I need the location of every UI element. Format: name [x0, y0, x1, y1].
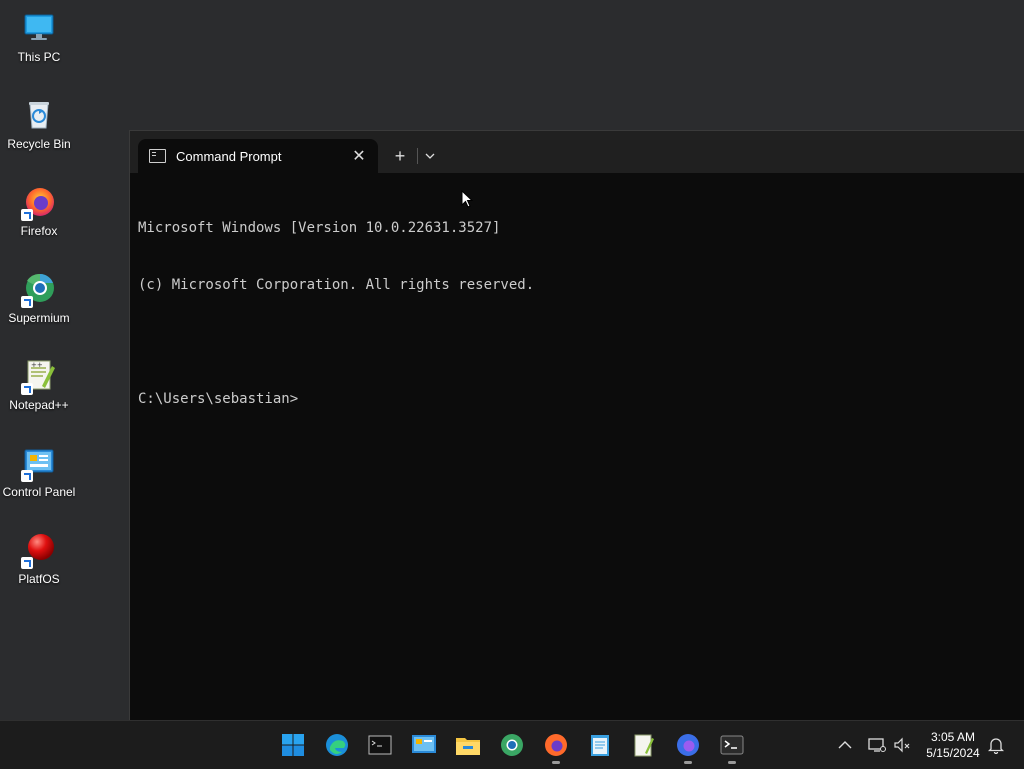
show-hidden-icons-button[interactable]	[829, 729, 861, 761]
command-prompt-icon	[149, 149, 166, 163]
chevron-up-icon	[838, 741, 852, 749]
running-indicator	[684, 761, 692, 764]
start-button[interactable]	[277, 729, 309, 761]
svg-text:++: ++	[31, 361, 43, 369]
network-icon	[868, 738, 886, 752]
console-line: (c) Microsoft Corporation. All rights re…	[138, 277, 535, 293]
control-panel-icon	[21, 445, 56, 482]
desktop-icon-firefox[interactable]: Firefox	[0, 180, 78, 260]
monitor-icon	[22, 10, 56, 44]
console-line: Microsoft Windows [Version 10.0.22631.35…	[138, 220, 501, 236]
desktop-icon-this-pc[interactable]: This PC	[0, 6, 78, 86]
desktop-icon-platfos[interactable]: PlatfOS	[0, 528, 78, 608]
volume-button[interactable]	[886, 729, 918, 761]
recycle-bin-icon	[22, 97, 56, 131]
mouse-cursor-icon	[461, 190, 473, 208]
platfos-icon	[21, 532, 56, 569]
desktop-icon-control-panel[interactable]: Control Panel	[0, 441, 78, 521]
running-indicator	[728, 761, 736, 764]
edge-icon	[326, 734, 348, 756]
taskbar-supermium[interactable]	[496, 729, 528, 761]
desktop-icon-notepad-plus-plus[interactable]: ++ Notepad++	[0, 354, 78, 434]
control-panel-icon	[412, 735, 436, 753]
desktop-icon-label: Supermium	[8, 311, 70, 325]
notepad-icon	[591, 735, 609, 756]
tab-separator	[417, 148, 418, 164]
terminal-window[interactable]: Command Prompt ✕ + Microsoft Windows [Ve…	[129, 130, 1024, 721]
taskbar-firefox[interactable]	[540, 729, 572, 764]
notifications-button[interactable]	[980, 729, 1012, 761]
desktop-icon-label: Notepad++	[9, 398, 69, 412]
firefox-icon	[545, 734, 567, 756]
start-icon	[282, 734, 304, 756]
file-explorer-icon	[456, 738, 480, 755]
notepad-plus-plus-icon: ++	[21, 358, 56, 395]
taskbar-notepad[interactable]	[584, 729, 616, 761]
tab-dropdown-button[interactable]	[420, 144, 440, 168]
taskbar-edge[interactable]	[321, 729, 353, 761]
clock-time: 3:05 AM	[930, 730, 976, 744]
new-tab-button[interactable]: +	[388, 144, 412, 168]
taskbar-terminal[interactable]	[716, 729, 748, 764]
desktop-icon-label: Recycle Bin	[7, 137, 71, 151]
taskbar: 3:05 AM 5/15/2024	[0, 720, 1024, 769]
desktop-icon-recycle-bin[interactable]: Recycle Bin	[0, 93, 78, 173]
desktop-icon-label: PlatfOS	[18, 572, 60, 586]
desktop-icon-label: Control Panel	[2, 485, 76, 499]
terminal-icon	[720, 735, 744, 755]
console-output[interactable]: Microsoft Windows [Version 10.0.22631.35…	[138, 181, 1024, 447]
chevron-down-icon	[425, 153, 435, 159]
title-bar[interactable]: Command Prompt ✕ +	[130, 131, 1024, 173]
bell-icon	[988, 738, 1004, 754]
volume-muted-icon	[894, 737, 910, 753]
taskbar-firefox-dev[interactable]	[672, 729, 704, 764]
running-indicator	[552, 761, 560, 764]
desktop-icon-label: This PC	[17, 50, 61, 64]
notepad-plus-plus-icon	[634, 734, 654, 757]
desktop-icon-supermium[interactable]: Supermium	[0, 267, 78, 347]
taskbar-notepad-plus-plus[interactable]	[628, 729, 660, 761]
firefox-icon	[21, 184, 56, 221]
tab-title: Command Prompt	[176, 148, 282, 164]
desktop-icon-label: Firefox	[20, 224, 58, 238]
supermium-icon	[21, 271, 56, 308]
close-tab-button[interactable]: ✕	[346, 143, 372, 169]
console-prompt[interactable]: C:\Users\sebastian>	[138, 390, 1024, 409]
taskbar-control-panel[interactable]	[408, 729, 440, 761]
tab-command-prompt[interactable]: Command Prompt ✕	[138, 139, 378, 173]
taskbar-command-prompt[interactable]	[364, 729, 396, 761]
clock-date: 5/15/2024	[926, 746, 980, 760]
firefox-dev-icon	[677, 734, 699, 756]
command-prompt-icon	[368, 735, 392, 755]
supermium-icon	[501, 734, 523, 756]
taskbar-clock[interactable]: 3:05 AM 5/15/2024	[918, 729, 988, 761]
taskbar-file-explorer[interactable]	[452, 729, 484, 761]
